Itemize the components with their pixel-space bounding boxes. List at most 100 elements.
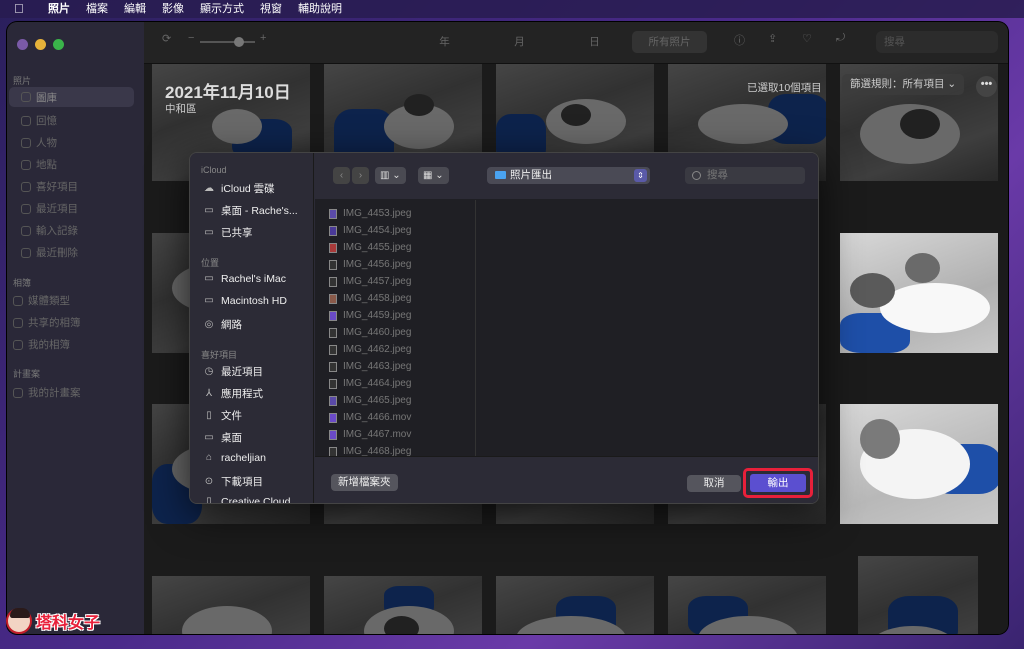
dialog-item-shared[interactable]: ▭ 已共享 (203, 225, 252, 240)
file-item[interactable]: IMG_4464.jpeg (329, 378, 411, 389)
people-icon (21, 137, 31, 148)
dialog-item-documents[interactable]: ▯ 文件 (203, 408, 242, 423)
zoom-slider[interactable] (200, 37, 255, 47)
minimize-button[interactable] (35, 39, 46, 50)
photo-thumbnail-selected[interactable] (840, 233, 998, 353)
file-item[interactable]: IMG_4468.jpeg (329, 446, 411, 456)
photo-thumbnail[interactable] (152, 576, 310, 634)
file-item[interactable]: IMG_4458.jpeg (329, 293, 411, 304)
dialog-item-creative-cloud[interactable]: ▯ Creative Cloud... (203, 496, 299, 503)
dialog-item-applications[interactable]: ⅄ 應用程式 (203, 386, 263, 401)
sidebar-item-library[interactable]: 圖庫 (9, 87, 134, 107)
dialog-item-recents[interactable]: ◷ 最近項目 (203, 364, 263, 379)
menu-image[interactable]: 影像 (154, 0, 192, 18)
rotate-icon[interactable]: ⟳ (162, 32, 171, 45)
menu-file[interactable]: 檔案 (78, 0, 116, 18)
photo-thumbnail[interactable] (668, 576, 826, 634)
zoom-slider-knob[interactable] (234, 37, 244, 47)
folder-icon (13, 387, 23, 398)
new-folder-button[interactable]: 新增檔案夾 (331, 474, 398, 491)
file-item[interactable]: IMG_4462.jpeg (329, 344, 411, 355)
file-item[interactable]: IMG_4459.jpeg (329, 310, 411, 321)
dialog-item-downloads[interactable]: ⊙ 下載項目 (203, 474, 263, 489)
column-view-button[interactable]: ▥ ⌄ (375, 167, 406, 184)
photo-thumbnail[interactable] (858, 556, 978, 634)
sidebar-album-media-types[interactable]: 媒體類型 (13, 293, 70, 308)
file-thumbnail (329, 293, 337, 304)
menu-edit[interactable]: 編輯 (116, 0, 154, 18)
chevron-updown-icon: ⇕ (634, 169, 647, 182)
forward-button[interactable]: › (352, 167, 369, 184)
share-icon[interactable]: ⇪ (768, 32, 777, 45)
dialog-section-locations: 位置 (201, 258, 220, 268)
dialog-item-desktop-icloud[interactable]: ▭ 桌面 - Rache's... (203, 203, 297, 218)
zoom-in-button[interactable]: + (260, 32, 266, 44)
dialog-search-field[interactable]: 搜尋 (685, 167, 805, 184)
desktop-icon: ▭ (204, 431, 214, 443)
photo-thumbnail[interactable] (324, 576, 482, 634)
dialog-item-icloud-drive[interactable]: ☁ iCloud 雲碟 (203, 181, 275, 196)
sidebar-item-favorites[interactable]: 喜好項目 (21, 179, 78, 194)
menu-view[interactable]: 顯示方式 (192, 0, 252, 18)
heart-icon (21, 181, 31, 192)
menu-app[interactable]: 照片 (40, 0, 78, 18)
file-item[interactable]: IMG_4463.jpeg (329, 361, 411, 372)
group-button[interactable]: ▦ ⌄ (418, 167, 449, 184)
more-button[interactable]: ••• (976, 76, 997, 97)
location-popup[interactable]: 照片匯出 ⇕ (487, 167, 650, 184)
file-item[interactable]: IMG_4453.jpeg (329, 208, 411, 219)
file-item[interactable]: IMG_4465.jpeg (329, 395, 411, 406)
file-item[interactable]: IMG_4455.jpeg (329, 242, 411, 253)
sidebar-item-people[interactable]: 人物 (21, 135, 57, 150)
file-item[interactable]: IMG_4460.jpeg (329, 327, 411, 338)
back-button[interactable]: ‹ (333, 167, 350, 184)
tab-all-photos[interactable]: 所有照片 (632, 31, 707, 53)
zoom-out-button[interactable]: − (188, 32, 194, 44)
sidebar-section-photos: 照片 (13, 76, 32, 86)
file-item[interactable]: IMG_4457.jpeg (329, 276, 411, 287)
file-item[interactable]: IMG_4456.jpeg (329, 259, 411, 270)
zoom-button[interactable] (53, 39, 64, 50)
tab-months[interactable]: 月 (482, 31, 557, 53)
folder-icon (13, 295, 23, 306)
sidebar-album-shared[interactable]: 共享的相簿 (13, 315, 81, 330)
file-item[interactable]: IMG_4466.mov (329, 412, 411, 423)
file-thumbnail (329, 208, 337, 219)
sidebar-item-places[interactable]: 地點 (21, 157, 57, 172)
close-button[interactable] (17, 39, 28, 50)
photo-thumbnail-selected[interactable] (840, 404, 998, 524)
export-button[interactable]: 輸出 (750, 474, 806, 492)
file-item[interactable]: IMG_4467.mov (329, 429, 411, 440)
dialog-sidebar: iCloud ☁ iCloud 雲碟 ▭ 桌面 - Rache's... ▭ 已共享 … (190, 153, 314, 503)
sidebar-item-recents[interactable]: 最近項目 (21, 201, 78, 216)
rotate-icon[interactable]: ⤾ (836, 32, 845, 45)
file-thumbnail (329, 225, 337, 236)
dialog-item-macintosh-hd[interactable]: ▭ Macintosh HD (203, 295, 287, 307)
cancel-button[interactable]: 取消 (687, 475, 741, 492)
filter-dropdown[interactable]: 篩選規則：所有項目 ⌄ (842, 74, 965, 95)
file-thumbnail (329, 276, 337, 287)
apple-icon[interactable]:  (14, 2, 28, 16)
menu-help[interactable]: 輔助說明 (290, 0, 350, 18)
heart-icon[interactable]: ♡ (802, 32, 812, 45)
photo-thumbnail[interactable] (496, 576, 654, 634)
dialog-footer: 新增檔案夾 取消 輸出 (315, 456, 818, 503)
sidebar-album-mine[interactable]: 我的相簿 (13, 337, 70, 352)
folder-icon (13, 339, 23, 350)
dialog-item-desktop[interactable]: ▭ 桌面 (203, 430, 242, 445)
file-item[interactable]: IMG_4454.jpeg (329, 225, 411, 236)
sidebar-item-imports[interactable]: 輸入記錄 (21, 223, 78, 238)
dialog-item-network[interactable]: ◎ 網路 (203, 317, 242, 332)
sidebar-project-mine[interactable]: 我的計畫案 (13, 385, 81, 400)
tab-years[interactable]: 年 (407, 31, 482, 53)
menu-window[interactable]: 視窗 (252, 0, 290, 18)
sidebar-item-deleted[interactable]: 最近刪除 (21, 245, 78, 260)
places-icon (21, 159, 31, 170)
dialog-item-home[interactable]: ⌂ racheljian (203, 452, 266, 464)
sidebar-item-memories[interactable]: 回憶 (21, 113, 57, 128)
search-field[interactable]: 搜尋 (876, 31, 998, 53)
dialog-item-imac[interactable]: ▭ Rachel's iMac (203, 273, 286, 285)
tab-days[interactable]: 日 (557, 31, 632, 53)
info-icon[interactable]: ⓘ (734, 32, 745, 48)
file-thumbnail (329, 412, 337, 423)
